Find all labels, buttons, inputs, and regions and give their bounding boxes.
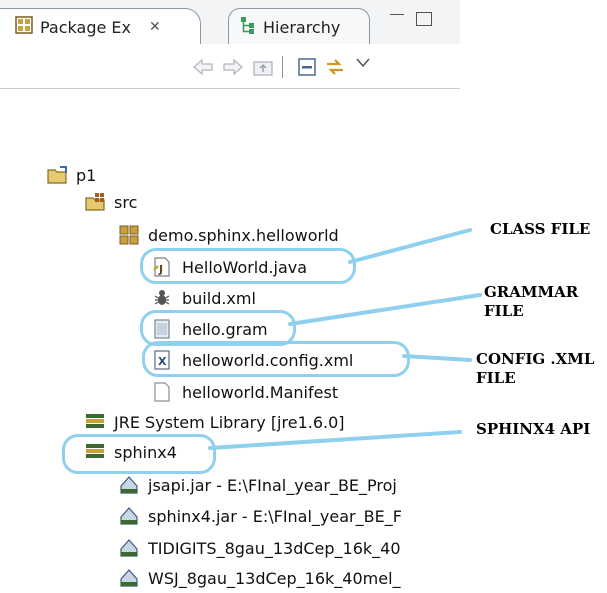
annotation-sphinx-api: SPHINX4 API [476,420,591,438]
connector-class-file [348,228,472,264]
annotation-grammar-file: GRAMMAR FILE [484,283,578,321]
connector-sphinx-api [208,430,462,450]
annotation-config-line-2: FILE [476,369,516,387]
annotation-class-file: CLASS FILE [490,220,591,238]
connector-grammar-file [288,293,482,326]
annotation-config-file: CONFIG .XML FILE [476,350,594,388]
annotation-grammar-line-2: FILE [484,302,524,320]
annotation-config-line-1: CONFIG .XML [476,350,595,368]
connector-config-file [402,354,472,362]
annotation-grammar-line-1: GRAMMAR [484,283,579,301]
